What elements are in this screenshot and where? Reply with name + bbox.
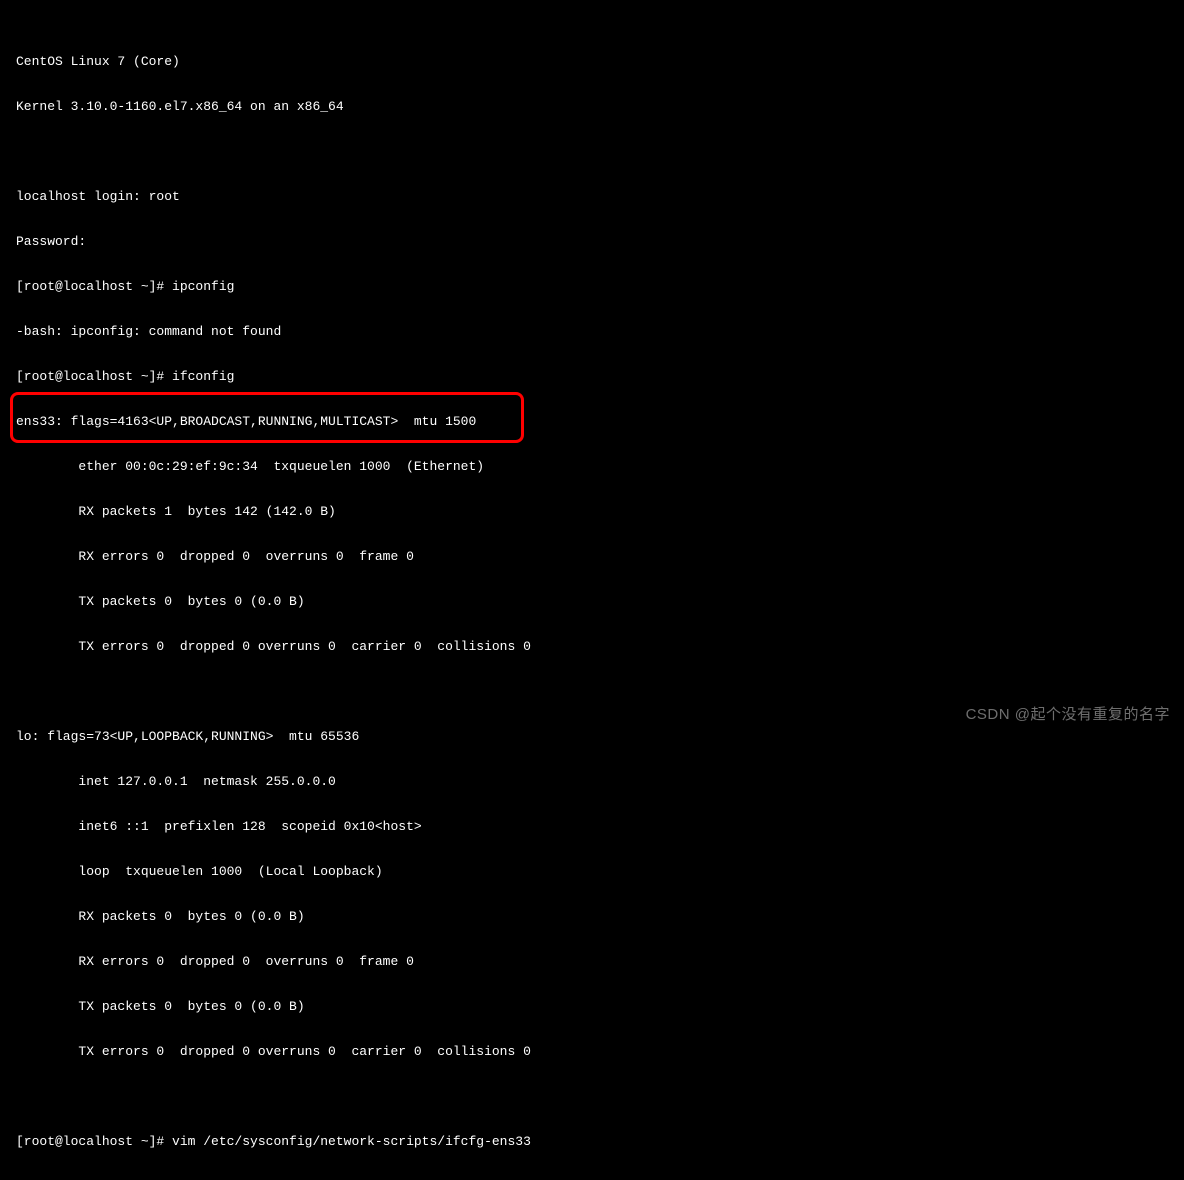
terminal-line: [root@localhost ~]# ifconfig xyxy=(16,369,1168,384)
watermark-text: CSDN @起个没有重复的名字 xyxy=(966,707,1170,722)
terminal-line: [root@localhost ~]# ipconfig xyxy=(16,279,1168,294)
terminal-line: RX packets 0 bytes 0 (0.0 B) xyxy=(16,909,1168,924)
terminal-screen[interactable]: CentOS Linux 7 (Core) Kernel 3.10.0-1160… xyxy=(0,0,1184,1180)
terminal-line xyxy=(16,1089,1168,1104)
terminal-line: TX packets 0 bytes 0 (0.0 B) xyxy=(16,594,1168,609)
terminal-line: ens33: flags=4163<UP,BROADCAST,RUNNING,M… xyxy=(16,414,1168,429)
terminal-line: [root@localhost ~]# vim /etc/sysconfig/n… xyxy=(16,1134,1168,1149)
terminal-line: lo: flags=73<UP,LOOPBACK,RUNNING> mtu 65… xyxy=(16,729,1168,744)
terminal-line: Password: xyxy=(16,234,1168,249)
terminal-line: RX packets 1 bytes 142 (142.0 B) xyxy=(16,504,1168,519)
terminal-line: TX errors 0 dropped 0 overruns 0 carrier… xyxy=(16,639,1168,654)
terminal-line xyxy=(16,144,1168,159)
terminal-line: TX errors 0 dropped 0 overruns 0 carrier… xyxy=(16,1044,1168,1059)
terminal-line: inet6 ::1 prefixlen 128 scopeid 0x10<hos… xyxy=(16,819,1168,834)
terminal-line: RX errors 0 dropped 0 overruns 0 frame 0 xyxy=(16,549,1168,564)
terminal-line: ether 00:0c:29:ef:9c:34 txqueuelen 1000 … xyxy=(16,459,1168,474)
terminal-line: inet 127.0.0.1 netmask 255.0.0.0 xyxy=(16,774,1168,789)
terminal-line: loop txqueuelen 1000 (Local Loopback) xyxy=(16,864,1168,879)
terminal-line: localhost login: root xyxy=(16,189,1168,204)
terminal-line: TX packets 0 bytes 0 (0.0 B) xyxy=(16,999,1168,1014)
terminal-line: RX errors 0 dropped 0 overruns 0 frame 0 xyxy=(16,954,1168,969)
terminal-line: Kernel 3.10.0-1160.el7.x86_64 on an x86_… xyxy=(16,99,1168,114)
terminal-line xyxy=(16,684,1168,699)
terminal-line: -bash: ipconfig: command not found xyxy=(16,324,1168,339)
terminal-line: CentOS Linux 7 (Core) xyxy=(16,54,1168,69)
